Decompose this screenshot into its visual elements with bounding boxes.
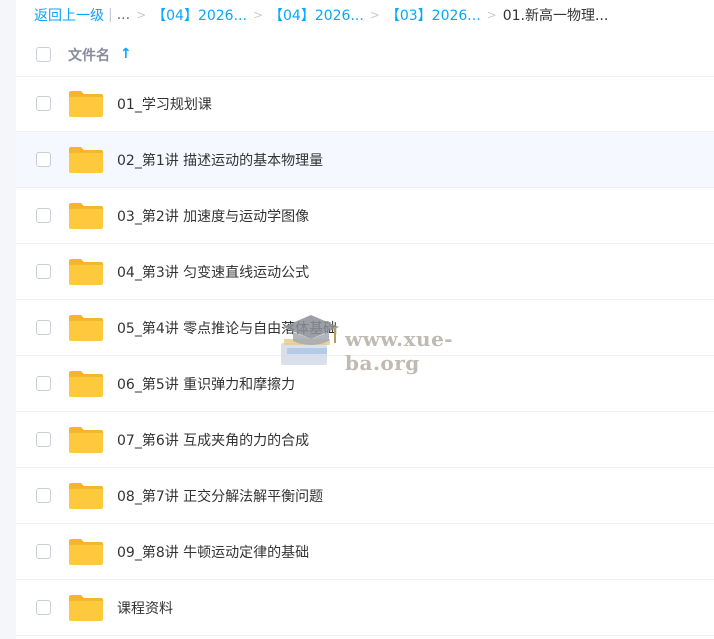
- file-name[interactable]: 04_第3讲 匀变速直线运动公式: [117, 262, 309, 282]
- row-checkbox[interactable]: [36, 600, 51, 615]
- folder-icon: [69, 91, 103, 117]
- folder-icon: [69, 203, 103, 229]
- file-name[interactable]: 课程资料: [117, 598, 173, 618]
- chevron-right-icon: >: [252, 8, 263, 22]
- file-row[interactable]: 02_第1讲 描述运动的基本物理量: [16, 132, 714, 188]
- row-checkbox[interactable]: [36, 264, 51, 279]
- chevron-right-icon: >: [369, 8, 380, 22]
- breadcrumb-divider: |: [108, 7, 113, 23]
- folder-icon: [69, 539, 103, 565]
- chevron-right-icon: >: [486, 8, 497, 22]
- arrow-up-icon[interactable]: ↑: [120, 46, 132, 62]
- row-checkbox[interactable]: [36, 152, 51, 167]
- row-checkbox[interactable]: [36, 376, 51, 391]
- folder-icon: [69, 259, 103, 285]
- folder-icon: [69, 483, 103, 509]
- chevron-right-icon: >: [136, 8, 147, 22]
- file-row[interactable]: 课程资料: [16, 580, 714, 636]
- folder-icon: [69, 371, 103, 397]
- row-checkbox[interactable]: [36, 544, 51, 559]
- folder-icon: [69, 315, 103, 341]
- row-checkbox[interactable]: [36, 320, 51, 335]
- breadcrumb-item[interactable]: 【03】2026...: [386, 5, 481, 25]
- row-checkbox[interactable]: [36, 432, 51, 447]
- file-name[interactable]: 07_第6讲 互成夹角的力的合成: [117, 430, 309, 450]
- file-name[interactable]: 05_第4讲 零点推论与自由落体基础: [117, 318, 337, 338]
- file-row[interactable]: 06_第5讲 重识弹力和摩擦力: [16, 356, 714, 412]
- file-row[interactable]: 03_第2讲 加速度与运动学图像: [16, 188, 714, 244]
- file-row[interactable]: 05_第4讲 零点推论与自由落体基础: [16, 300, 714, 356]
- breadcrumb-ellipsis[interactable]: ...: [117, 7, 130, 23]
- filename-column-header[interactable]: 文件名: [68, 45, 110, 65]
- breadcrumb-item[interactable]: 【04】2026...: [152, 5, 247, 25]
- breadcrumb: 返回上一级 | ... > 【04】2026... > 【04】2026... …: [34, 5, 608, 25]
- back-link[interactable]: 返回上一级: [34, 5, 104, 25]
- file-name[interactable]: 02_第1讲 描述运动的基本物理量: [117, 150, 323, 170]
- file-row[interactable]: 07_第6讲 互成夹角的力的合成: [16, 412, 714, 468]
- list-header: 文件名 ↑: [16, 34, 714, 77]
- row-checkbox[interactable]: [36, 488, 51, 503]
- row-checkbox[interactable]: [36, 96, 51, 111]
- select-all-checkbox[interactable]: [36, 47, 51, 62]
- file-name[interactable]: 08_第7讲 正交分解法解平衡问题: [117, 486, 323, 506]
- file-name[interactable]: 03_第2讲 加速度与运动学图像: [117, 206, 309, 226]
- file-row[interactable]: 01_学习规划课: [16, 76, 714, 132]
- breadcrumb-item[interactable]: 【04】2026...: [269, 5, 364, 25]
- folder-icon: [69, 147, 103, 173]
- file-name[interactable]: 01_学习规划课: [117, 94, 212, 114]
- file-row[interactable]: 09_第8讲 牛顿运动定律的基础: [16, 524, 714, 580]
- file-name[interactable]: 06_第5讲 重识弹力和摩擦力: [117, 374, 295, 394]
- row-checkbox[interactable]: [36, 208, 51, 223]
- file-row[interactable]: 08_第7讲 正交分解法解平衡问题: [16, 468, 714, 524]
- file-name[interactable]: 09_第8讲 牛顿运动定律的基础: [117, 542, 309, 562]
- folder-icon: [69, 427, 103, 453]
- breadcrumb-current: 01.新高一物理...: [502, 8, 609, 24]
- folder-icon: [69, 595, 103, 621]
- file-row[interactable]: 04_第3讲 匀变速直线运动公式: [16, 244, 714, 300]
